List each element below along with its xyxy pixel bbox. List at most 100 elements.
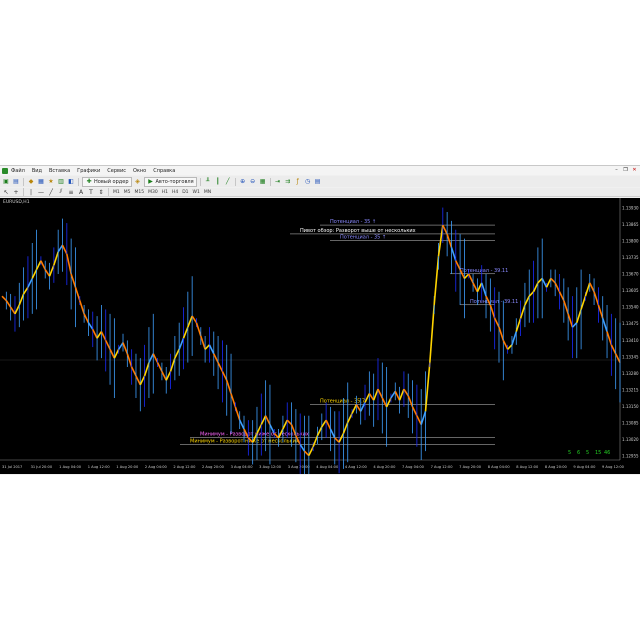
timeframe-h1[interactable]: H1 [161, 190, 169, 195]
price-segment [347, 413, 353, 423]
corner-value: 6 [577, 450, 580, 456]
fibonacci-icon[interactable]: ≡ [67, 188, 75, 196]
data-window-icon[interactable]: ▦ [37, 178, 45, 186]
cursor-icon[interactable]: ↖ [2, 188, 10, 196]
autotrading-button[interactable]: ▶ Авто-торговля [143, 176, 197, 187]
price-segment [468, 273, 474, 284]
timeframe-w1[interactable]: W1 [192, 190, 201, 195]
trendline-icon[interactable]: ╱ [47, 188, 55, 196]
timeframe-h4[interactable]: H4 [171, 190, 179, 195]
timeframe-mn[interactable]: MN [203, 190, 212, 195]
text-icon[interactable]: A [77, 188, 85, 196]
horizontal-line-icon[interactable]: — [37, 188, 45, 196]
corner-value: 5 [586, 450, 589, 456]
time-tick-label: 1 Aug 20:00 [116, 465, 139, 469]
timeframe-d1[interactable]: D1 [181, 190, 189, 195]
price-segment [213, 353, 219, 363]
menu-file[interactable]: Файл [11, 168, 25, 174]
timeframe-m15[interactable]: M15 [134, 190, 146, 195]
toolbar-separator [78, 177, 79, 186]
autoscroll-icon[interactable]: ⇉ [284, 178, 292, 186]
price-segment [187, 315, 193, 328]
minimize-icon[interactable]: – [613, 167, 620, 173]
periods-icon[interactable]: ◷ [304, 178, 312, 186]
price-tick-label: 1.13020 [622, 437, 639, 442]
price-segment [411, 406, 418, 417]
new-order-label: Новый ордер [94, 178, 129, 185]
zoom-in-icon[interactable]: ⊕ [239, 178, 247, 186]
crosshair-icon[interactable]: + [12, 188, 20, 196]
price-segment [35, 260, 42, 270]
menu-insert[interactable]: Вставка [49, 168, 70, 174]
price-segment [342, 422, 349, 434]
menu-tools[interactable]: Сервис [107, 168, 126, 174]
price-segment [225, 380, 232, 394]
time-tick-label: 7 Aug 12:00 [431, 465, 454, 469]
restore-icon[interactable]: ❐ [622, 167, 629, 173]
new-order-button[interactable]: ✚ Новый ордер [82, 176, 132, 187]
price-segment [165, 371, 172, 381]
price-segment [316, 426, 323, 436]
price-segment [118, 342, 124, 350]
menu-view[interactable]: Вид [32, 168, 42, 174]
meta-editor-icon[interactable]: ◈ [134, 178, 142, 186]
price-segment [528, 291, 535, 297]
timeframe-m30[interactable]: M30 [147, 190, 159, 195]
price-segment [282, 419, 288, 430]
menu-window[interactable]: Окно [133, 168, 146, 174]
time-tick-label: 9 Aug 12:00 [602, 465, 625, 469]
chart-canvas[interactable]: 1.13930 1.13865 1.13800 1.13735 1.13670 1.136… [0, 198, 640, 474]
price-tick-label: 1.13215 [622, 387, 639, 392]
price-tick-label: 1.13800 [622, 239, 639, 244]
price-segment [156, 362, 163, 372]
price-segment [429, 304, 435, 363]
price-segment [567, 313, 574, 328]
line-chart-icon[interactable]: ╱ [224, 178, 232, 186]
price-tick-label: 1.13345 [622, 354, 639, 359]
time-tick-label: 2 Aug 20:00 [202, 465, 225, 469]
navigator-icon[interactable]: ★ [47, 178, 55, 186]
time-tick-label: 1 Aug 12:00 [88, 465, 111, 469]
price-segment [519, 304, 526, 319]
indicators-icon[interactable]: ƒ [294, 178, 302, 186]
chart-symbol: EURUSD,H1 [3, 200, 30, 205]
tester-icon[interactable]: ◧ [67, 178, 75, 186]
price-tick-label: 1.13150 [622, 404, 639, 409]
market-watch-icon[interactable]: ◆ [27, 178, 35, 186]
candlestick-icon[interactable]: ┃ [214, 178, 222, 186]
price-segment [191, 315, 198, 324]
templates-icon[interactable]: ▤ [314, 178, 322, 186]
arrows-icon[interactable]: ⇕ [97, 188, 105, 196]
label-icon[interactable]: T [87, 188, 95, 196]
price-tick-label: 1.13410 [622, 338, 639, 343]
price-segment [420, 411, 427, 425]
bar-chart-icon[interactable]: ╨ [204, 178, 212, 186]
timeframe-m5[interactable]: M5 [123, 190, 132, 195]
price-segment [303, 450, 310, 457]
menu-charts[interactable]: Графики [77, 168, 100, 174]
profiles-icon[interactable]: ▤ [12, 178, 20, 186]
price-tick-label: 1.13475 [622, 321, 639, 326]
price-segment [541, 278, 548, 288]
corner-value: 15 [595, 450, 601, 456]
tile-windows-icon[interactable]: ▦ [259, 178, 267, 186]
price-segment [524, 295, 530, 306]
price-segment [476, 282, 483, 293]
price-segment [433, 256, 440, 306]
terminal-icon[interactable]: ▥ [57, 178, 65, 186]
price-segment [593, 291, 600, 306]
channel-icon[interactable]: ⫽ [57, 188, 65, 196]
toolbar-separator [199, 177, 201, 186]
price-segment [22, 286, 29, 295]
price-chart[interactable]: 1.13930 1.13865 1.13800 1.13735 1.13670 1.136… [0, 198, 640, 474]
price-segment [515, 318, 522, 332]
timeframe-m1[interactable]: M1 [112, 190, 121, 195]
close-icon[interactable]: ✕ [631, 167, 638, 173]
zoom-out-icon[interactable]: ⊖ [249, 178, 257, 186]
price-segment [576, 309, 582, 323]
new-chart-icon[interactable]: ▣ [2, 178, 10, 186]
vertical-line-icon[interactable]: | [27, 188, 35, 196]
menu-help[interactable]: Справка [153, 168, 175, 174]
chart-shift-icon[interactable]: ⇥ [274, 178, 282, 186]
price-segment [403, 388, 409, 397]
